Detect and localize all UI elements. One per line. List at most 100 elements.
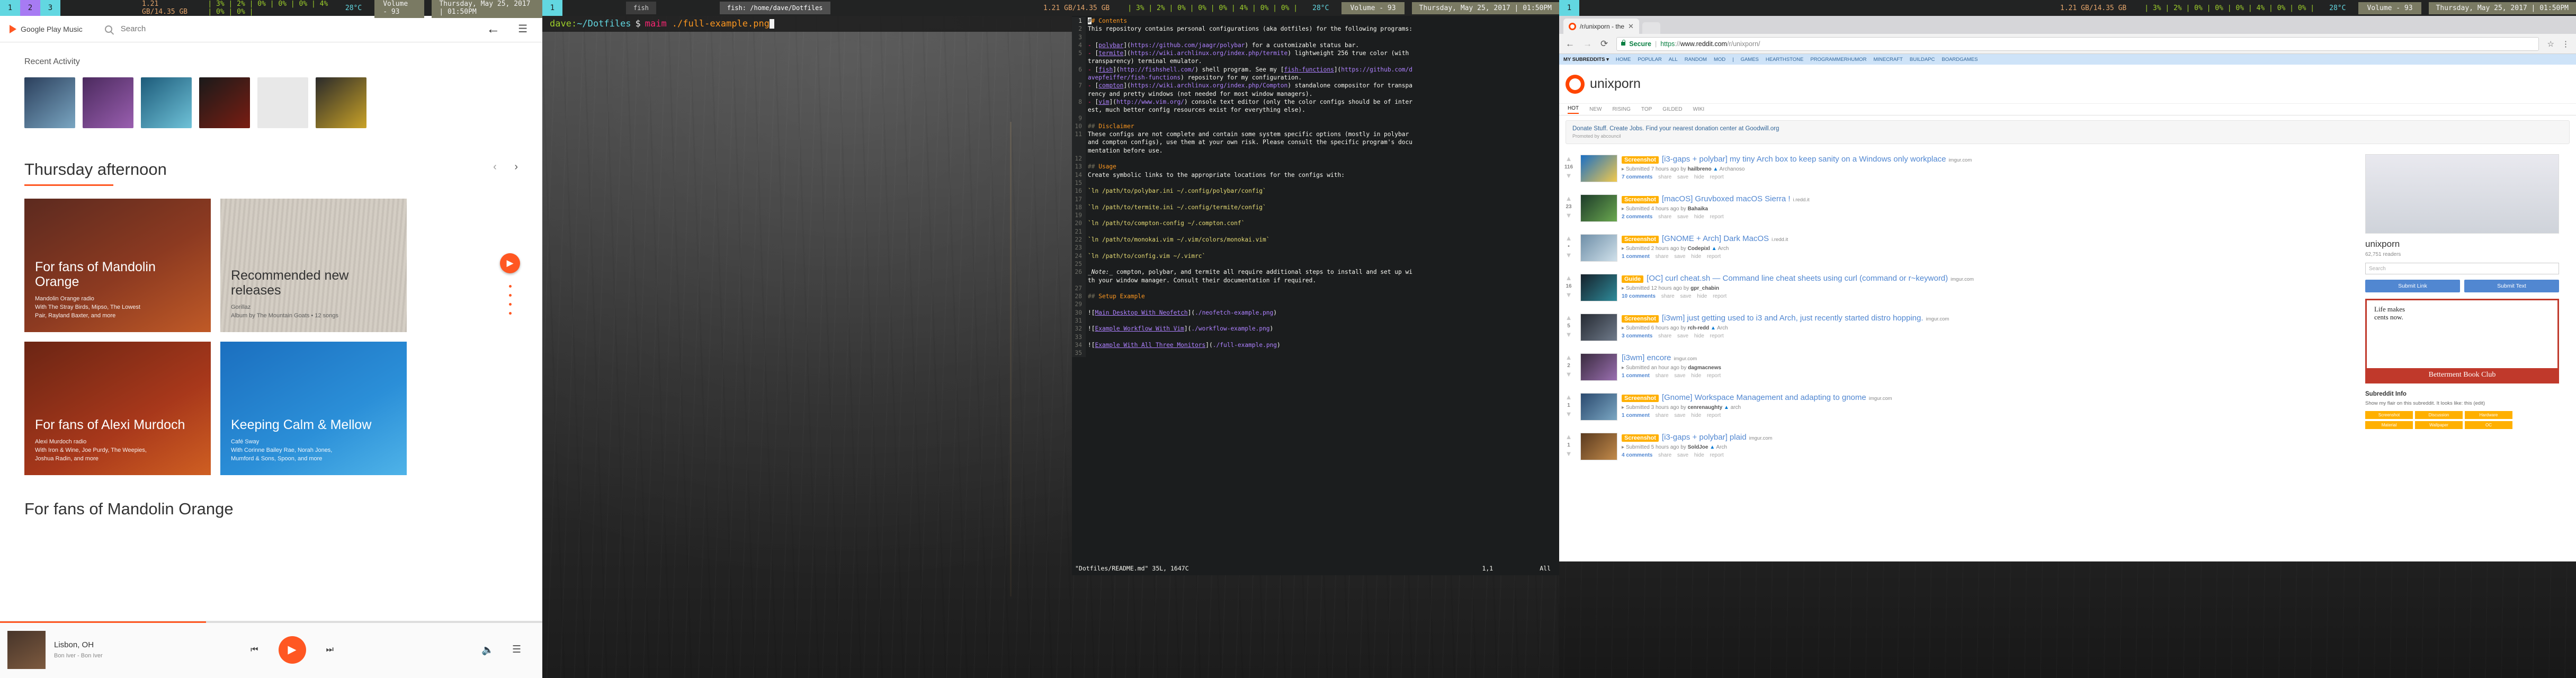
post-author[interactable]: gpr_chabin: [1690, 286, 1719, 291]
flair-chip[interactable]: Wallpaper: [2415, 421, 2463, 429]
flair-chip[interactable]: Hardware: [2465, 411, 2512, 419]
post-actions[interactable]: 1 comment share save hide report: [1622, 413, 2353, 418]
search-input[interactable]: [121, 24, 301, 33]
report-action[interactable]: report: [1710, 214, 1724, 220]
card-mandolin-orange[interactable]: For fans of Mandolin Orange Mandolin Ora…: [24, 199, 211, 332]
topbar-link[interactable]: POPULAR: [1638, 57, 1661, 63]
volume-indicator[interactable]: Volume - 93: [2358, 2, 2421, 14]
album-tile[interactable]: [24, 77, 75, 128]
post-author[interactable]: SoldJoe: [1688, 444, 1709, 450]
save-action[interactable]: save: [1677, 333, 1688, 339]
post-title[interactable]: [Gnome] Workspace Management and adaptin…: [1662, 393, 1866, 402]
post-row[interactable]: ▲ • ▼ Screenshot[GNOME + Arch] Dark MacO…: [1559, 228, 2359, 268]
post-comments[interactable]: 3 comments: [1622, 333, 1652, 339]
upvote-icon[interactable]: ▲: [1566, 155, 1572, 163]
post-title[interactable]: [i3-gaps + polybar] my tiny Arch box to …: [1662, 155, 1946, 164]
post-title-row[interactable]: Screenshot[macOS] Gruvboxed macOS Sierra…: [1622, 194, 2353, 203]
upvote-icon[interactable]: ▲: [1566, 274, 1572, 282]
post-author[interactable]: rch-redd: [1688, 325, 1710, 331]
topbar-link[interactable]: MOD: [1714, 57, 1725, 63]
post-actions[interactable]: 4 comments share save hide report: [1622, 452, 2353, 458]
post-actions[interactable]: 1 comment share save hide report: [1622, 254, 2353, 260]
downvote-icon[interactable]: ▼: [1566, 450, 1572, 458]
post-domain[interactable]: imgur.com: [1869, 396, 1892, 402]
post-actions[interactable]: 7 comments share save hide report: [1622, 174, 2353, 180]
post-title[interactable]: [i3wm] encore: [1622, 353, 1671, 362]
card-alexi-murdoch[interactable]: For fans of Alexi Murdoch Alexi Murdoch …: [24, 342, 211, 475]
address-bar[interactable]: Secure | https://www.reddit.com/r/unixpo…: [1616, 37, 2538, 51]
expand-icon[interactable]: ▸: [1622, 325, 1624, 331]
window-tab-fish[interactable]: fish: [626, 2, 656, 14]
share-action[interactable]: share: [1661, 293, 1675, 299]
album-tile[interactable]: [141, 77, 192, 128]
post-title-row[interactable]: Screenshot[i3-gaps + polybar] plaidimgur…: [1622, 433, 2353, 442]
expand-icon[interactable]: ▸: [1622, 365, 1624, 371]
hide-action[interactable]: hide: [1694, 214, 1704, 220]
tab-top[interactable]: TOP: [1641, 106, 1652, 112]
promoted-banner[interactable]: Donate Stuff. Create Jobs. Find your nea…: [1566, 120, 2570, 144]
post-title-row[interactable]: Screenshot[GNOME + Arch] Dark MacOSi.red…: [1622, 234, 2353, 243]
progress-track[interactable]: [0, 621, 542, 623]
post-author[interactable]: hailbreno: [1688, 166, 1712, 172]
submit-link-button[interactable]: Submit Link: [2365, 280, 2460, 292]
post-domain[interactable]: imgur.com: [1951, 276, 1974, 282]
post-domain[interactable]: i.redd.it: [1793, 197, 1810, 203]
hide-action[interactable]: hide: [1691, 254, 1701, 260]
report-action[interactable]: report: [1707, 373, 1721, 379]
post-comments[interactable]: 1 comment: [1622, 373, 1650, 379]
expand-icon[interactable]: ▸: [1622, 206, 1624, 212]
report-action[interactable]: report: [1707, 254, 1721, 260]
carousel-nav[interactable]: ‹ ›: [478, 161, 518, 173]
topbar-link[interactable]: BUILDAPC: [1910, 57, 1935, 63]
post-comments[interactable]: 1 comment: [1622, 254, 1650, 260]
share-action[interactable]: share: [1656, 373, 1669, 379]
post-title-row[interactable]: [i3wm] encoreimgur.com: [1622, 353, 2353, 362]
downvote-icon[interactable]: ▼: [1566, 291, 1572, 299]
post-author[interactable]: Codepixl: [1688, 246, 1710, 252]
post-title[interactable]: [GNOME + Arch] Dark MacOS: [1662, 234, 1769, 243]
chrome-menu-icon[interactable]: ⋮: [2562, 39, 2570, 49]
vim-window[interactable]: 1## Contents2This repository contains pe…: [1072, 16, 1559, 561]
vote-column[interactable]: ▲ 16 ▼: [1561, 274, 1576, 301]
workspace-2[interactable]: 2: [20, 0, 40, 16]
post-thumbnail[interactable]: [1580, 314, 1617, 341]
expand-icon[interactable]: ▸: [1622, 405, 1624, 411]
reload-icon[interactable]: ⟳: [1600, 39, 1608, 49]
close-icon[interactable]: ✕: [1628, 22, 1634, 31]
gpm-search[interactable]: [105, 24, 486, 33]
hide-action[interactable]: hide: [1691, 413, 1701, 418]
hide-action[interactable]: hide: [1694, 452, 1704, 458]
card-recommended-new-releases[interactable]: Recommended new releases Gorillaz Album …: [220, 199, 407, 332]
vote-column[interactable]: ▲ 2 ▼: [1561, 353, 1576, 381]
prev-track-icon[interactable]: ⏮: [251, 645, 258, 655]
post-row[interactable]: ▲ 5 ▼ Screenshot[i3wm] just getting used…: [1559, 308, 2359, 347]
vote-column[interactable]: ▲ 1 ▼: [1561, 433, 1576, 460]
save-action[interactable]: save: [1677, 452, 1688, 458]
post-title-row[interactable]: Guide[OC] curl cheat.sh — Command line c…: [1622, 274, 2353, 283]
expand-icon[interactable]: ▸: [1622, 444, 1624, 450]
topbar-link[interactable]: MINECRAFT: [1873, 57, 1902, 63]
report-action[interactable]: report: [1710, 333, 1724, 339]
post-title-row[interactable]: Screenshot[i3-gaps + polybar] my tiny Ar…: [1622, 155, 2353, 164]
post-title-row[interactable]: Screenshot[Gnome] Workspace Management a…: [1622, 393, 2353, 402]
post-title[interactable]: [macOS] Gruvboxed macOS Sierra !: [1662, 194, 1791, 203]
post-author[interactable]: cenrenaughty: [1688, 405, 1723, 411]
hide-action[interactable]: hide: [1694, 333, 1704, 339]
workspace-buttons[interactable]: 1 2 3: [0, 0, 60, 16]
save-action[interactable]: save: [1680, 293, 1692, 299]
save-action[interactable]: save: [1677, 214, 1688, 220]
post-row[interactable]: ▲ 23 ▼ Screenshot[macOS] Gruvboxed macOS…: [1559, 189, 2359, 228]
post-thumbnail[interactable]: [1580, 234, 1617, 262]
post-author[interactable]: dagmacnews: [1688, 365, 1721, 371]
downvote-icon[interactable]: ▼: [1566, 331, 1572, 338]
reddit-topbar[interactable]: MY SUBREDDITS ▾HOMEPOPULARALLRANDOMMOD|G…: [1559, 54, 2576, 65]
share-action[interactable]: share: [1658, 174, 1671, 180]
report-action[interactable]: report: [1710, 174, 1724, 180]
play-icon[interactable]: ▶: [279, 636, 306, 664]
share-action[interactable]: share: [1658, 214, 1671, 220]
sidebar-search-input[interactable]: Search: [2365, 263, 2559, 274]
volume-indicator[interactable]: Volume - 93: [374, 0, 424, 18]
downvote-icon[interactable]: ▼: [1566, 251, 1572, 259]
post-domain[interactable]: i.redd.it: [1772, 237, 1788, 243]
upvote-icon[interactable]: ▲: [1566, 433, 1572, 441]
